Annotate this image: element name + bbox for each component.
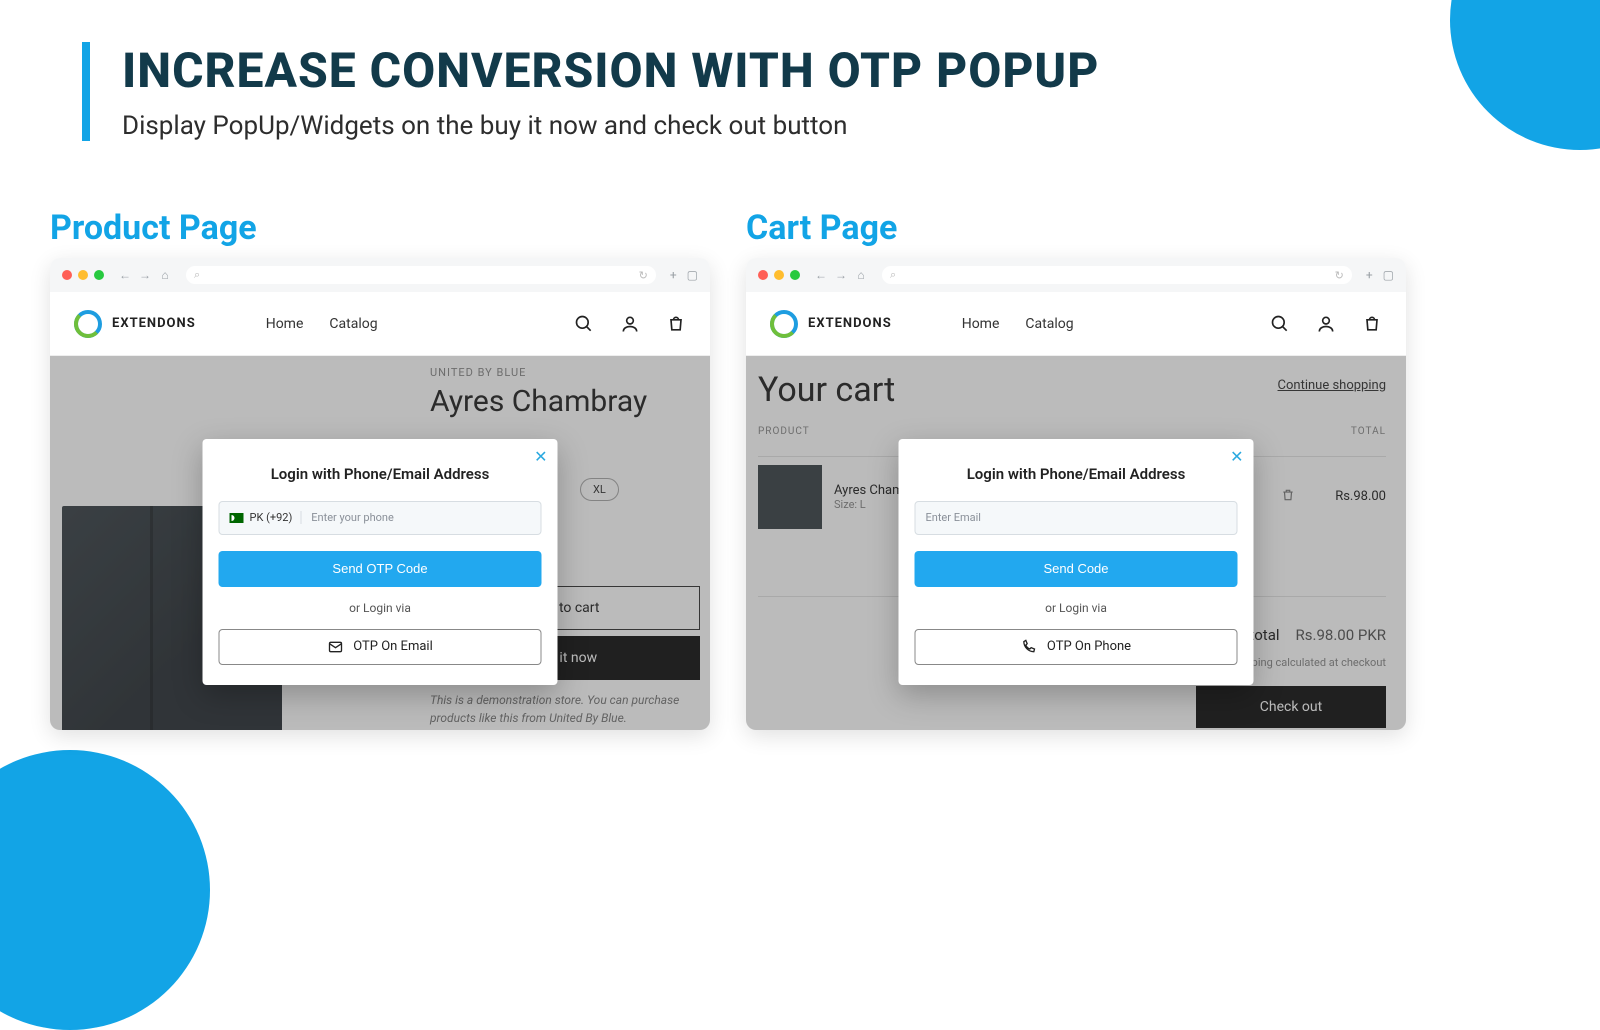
- search-icon[interactable]: [1270, 314, 1290, 334]
- otp-email-label: OTP On Email: [353, 639, 433, 654]
- mail-icon: [327, 639, 343, 655]
- cart-icon[interactable]: [666, 314, 686, 334]
- search-icon: ⌕: [194, 268, 200, 282]
- section-label-product: Product Page: [50, 208, 257, 248]
- nav-home[interactable]: Home: [962, 316, 1000, 332]
- back-button[interactable]: ←: [118, 268, 132, 282]
- page-subtitle: Display PopUp/Widgets on the buy it now …: [122, 111, 1099, 141]
- address-bar[interactable]: ⌕ ↻: [186, 266, 656, 284]
- new-tab-button[interactable]: +: [670, 268, 677, 282]
- cart-body: Your cart Continue shopping PRODUCT TOTA…: [746, 356, 1406, 730]
- home-button[interactable]: ⌂: [158, 268, 172, 282]
- window-controls: [62, 270, 104, 280]
- otp-popup: ✕ Login with Phone/Email Address PK (+92…: [203, 439, 558, 685]
- minimize-icon[interactable]: [78, 270, 88, 280]
- decor-corner-bottom: [0, 750, 210, 1030]
- maximize-icon[interactable]: [790, 270, 800, 280]
- back-button[interactable]: ←: [814, 268, 828, 282]
- nav-catalog[interactable]: Catalog: [1025, 316, 1073, 332]
- close-icon[interactable]: [62, 270, 72, 280]
- send-otp-button[interactable]: Send OTP Code: [219, 551, 542, 587]
- brand-name: EXTENDONS: [808, 316, 892, 331]
- page-header: INCREASE CONVERSION WITH OTP POPUP Displ…: [82, 42, 1099, 141]
- browser-chrome: ← → ⌂ ⌕ ↻ + ▢: [746, 258, 1406, 292]
- or-login-via: or Login via: [915, 601, 1238, 615]
- tabs-button[interactable]: ▢: [687, 268, 698, 282]
- section-label-cart: Cart Page: [746, 208, 897, 248]
- email-placeholder: Enter Email: [926, 511, 981, 524]
- product-page-mock: ← → ⌂ ⌕ ↻ + ▢ EXTENDONS Home Catalog UNI…: [50, 258, 710, 730]
- search-icon[interactable]: [574, 314, 594, 334]
- brand-name: EXTENDONS: [112, 316, 196, 331]
- otp-phone-label: OTP On Phone: [1047, 639, 1131, 654]
- popup-title: Login with Phone/Email Address: [219, 465, 542, 483]
- store-header: EXTENDONS Home Catalog: [50, 292, 710, 356]
- close-icon[interactable]: ✕: [534, 447, 547, 466]
- close-icon[interactable]: [758, 270, 768, 280]
- forward-button[interactable]: →: [138, 268, 152, 282]
- close-icon[interactable]: ✕: [1230, 447, 1243, 466]
- product-body: UNITED BY BLUE Ayres Chambray XL Add to …: [50, 356, 710, 730]
- or-login-via: or Login via: [219, 601, 542, 615]
- country-code-label: PK (+92): [250, 511, 293, 524]
- account-icon[interactable]: [620, 314, 640, 334]
- otp-popup: ✕ Login with Phone/Email Address Enter E…: [899, 439, 1254, 685]
- reload-icon[interactable]: ↻: [1335, 269, 1344, 282]
- tabs-button[interactable]: ▢: [1383, 268, 1394, 282]
- email-input[interactable]: Enter Email: [915, 501, 1238, 535]
- address-bar[interactable]: ⌕ ↻: [882, 266, 1352, 284]
- store-header: EXTENDONS Home Catalog: [746, 292, 1406, 356]
- account-icon[interactable]: [1316, 314, 1336, 334]
- search-icon: ⌕: [890, 268, 896, 282]
- new-tab-button[interactable]: +: [1366, 268, 1373, 282]
- nav-home[interactable]: Home: [266, 316, 304, 332]
- minimize-icon[interactable]: [774, 270, 784, 280]
- decor-corner-top: [1450, 0, 1600, 150]
- phone-placeholder: Enter your phone: [311, 511, 394, 524]
- send-code-button[interactable]: Send Code: [915, 551, 1238, 587]
- nav-links: Home Catalog: [962, 316, 1074, 332]
- cart-page-mock: ← → ⌂ ⌕ ↻ + ▢ EXTENDONS Home Catalog You…: [746, 258, 1406, 730]
- home-button[interactable]: ⌂: [854, 268, 868, 282]
- nav-catalog[interactable]: Catalog: [329, 316, 377, 332]
- otp-on-phone-button[interactable]: OTP On Phone: [915, 629, 1238, 665]
- browser-chrome: ← → ⌂ ⌕ ↻ + ▢: [50, 258, 710, 292]
- cart-icon[interactable]: [1362, 314, 1382, 334]
- reload-icon[interactable]: ↻: [639, 269, 648, 282]
- otp-on-email-button[interactable]: OTP On Email: [219, 629, 542, 665]
- maximize-icon[interactable]: [94, 270, 104, 280]
- flag-icon: [230, 513, 244, 523]
- phone-icon: [1021, 639, 1037, 655]
- forward-button[interactable]: →: [834, 268, 848, 282]
- phone-input[interactable]: PK (+92) Enter your phone: [219, 501, 542, 535]
- window-controls: [758, 270, 800, 280]
- country-code-selector[interactable]: PK (+92): [230, 511, 302, 524]
- page-title: INCREASE CONVERSION WITH OTP POPUP: [122, 42, 1099, 99]
- popup-title: Login with Phone/Email Address: [915, 465, 1238, 483]
- brand-logo: [770, 310, 798, 338]
- brand-logo: [74, 310, 102, 338]
- nav-links: Home Catalog: [266, 316, 378, 332]
